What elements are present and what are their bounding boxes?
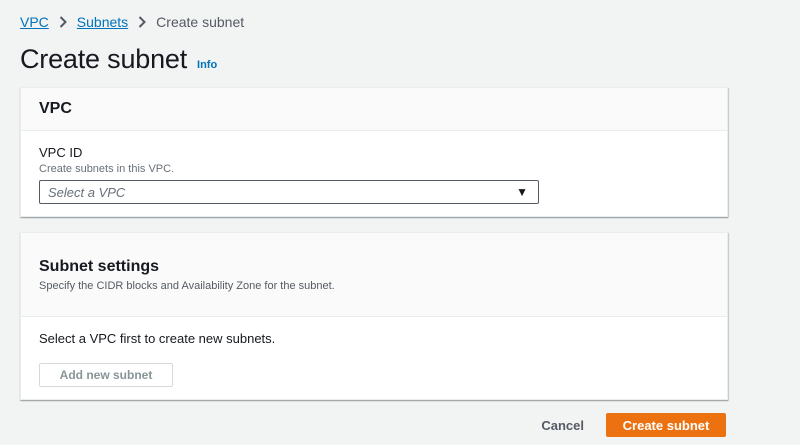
- info-link[interactable]: Info: [197, 59, 217, 71]
- breadcrumb: VPC Subnets Create subnet: [20, 14, 244, 30]
- breadcrumb-current: Create subnet: [156, 14, 245, 30]
- subnet-settings-header: Subnet settings Specify the CIDR blocks …: [21, 233, 727, 317]
- page-header: Create subnet Info: [20, 44, 217, 75]
- vpc-panel-body: VPC ID Create subnets in this VPC. Selec…: [21, 131, 727, 204]
- vpc-id-description: Create subnets in this VPC.: [39, 163, 175, 175]
- add-new-subnet-button[interactable]: Add new subnet: [39, 363, 173, 387]
- subnet-settings-description: Specify the CIDR blocks and Availability…: [39, 280, 335, 292]
- vpc-select-placeholder: Select a VPC: [48, 184, 126, 200]
- vpc-panel-header: VPC: [21, 88, 727, 131]
- page-title: Create subnet: [20, 44, 188, 74]
- subnet-settings-title: Subnet settings: [39, 258, 160, 275]
- subnet-settings-panel: Subnet settings Specify the CIDR blocks …: [20, 232, 728, 400]
- vpc-select[interactable]: Select a VPC ▼: [39, 180, 539, 204]
- vpc-panel: VPC VPC ID Create subnets in this VPC. S…: [20, 87, 728, 217]
- vpc-panel-title: VPC: [39, 100, 72, 117]
- cancel-button[interactable]: Cancel: [541, 418, 584, 433]
- breadcrumb-link-subnets[interactable]: Subnets: [77, 14, 128, 30]
- select-vpc-first-message: Select a VPC first to create new subnets…: [39, 331, 276, 346]
- chevron-right-icon: [59, 16, 67, 28]
- breadcrumb-link-vpc[interactable]: VPC: [20, 14, 49, 30]
- form-actions: Cancel Create subnet: [541, 413, 726, 437]
- vpc-id-label: VPC ID: [39, 145, 83, 160]
- subnet-settings-body: Select a VPC first to create new subnets…: [21, 317, 727, 387]
- chevron-right-icon: [138, 16, 147, 28]
- caret-down-icon: ▼: [516, 185, 528, 199]
- create-subnet-button[interactable]: Create subnet: [606, 413, 726, 437]
